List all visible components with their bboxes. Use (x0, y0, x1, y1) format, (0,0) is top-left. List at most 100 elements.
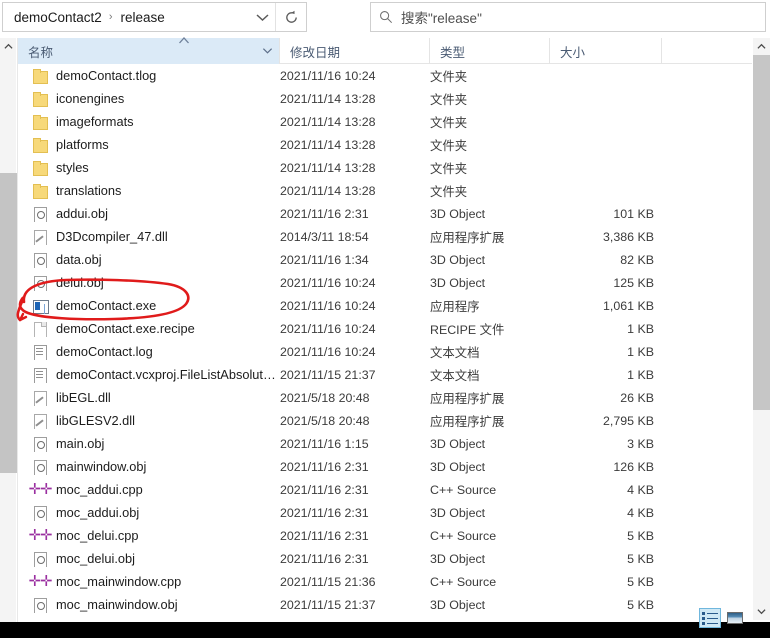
file-name-cell[interactable]: demoContact.exe (18, 298, 280, 314)
file-name-cell[interactable]: styles (18, 160, 280, 176)
table-row[interactable]: libEGL.dll 2021/5/18 20:48 应用程序扩展 26 KB (18, 386, 752, 409)
table-row[interactable]: main.obj 2021/11/16 1:15 3D Object 3 KB (18, 432, 752, 455)
table-row[interactable]: moc_addui.obj 2021/11/16 2:31 3D Object 4 K… (18, 501, 752, 524)
file-name-label: imageformats (56, 114, 134, 129)
scroll-down-button-right[interactable] (753, 603, 770, 620)
column-filter-chevron-down-icon[interactable] (262, 45, 273, 56)
folder-icon (32, 91, 48, 107)
column-header-date[interactable]: 修改日期 (280, 38, 430, 64)
file-name-cell[interactable]: mainwindow.obj (18, 459, 280, 475)
table-row[interactable]: mainwindow.obj 2021/11/16 2:31 3D Object 12… (18, 455, 752, 478)
table-row[interactable]: styles 2021/11/14 13:28 文件夹 (18, 156, 752, 179)
file-type-cell: C++ Source (430, 528, 497, 543)
text-file-icon (32, 367, 48, 383)
taskbar-strip (0, 622, 770, 638)
generic-file-icon (32, 321, 48, 337)
refresh-button[interactable] (276, 3, 306, 31)
file-name-cell[interactable]: moc_addui.obj (18, 505, 280, 521)
file-name-cell[interactable]: main.obj (18, 436, 280, 452)
scroll-up-button-right[interactable] (753, 38, 770, 55)
breadcrumb-item-0[interactable]: demoContact2 (12, 8, 104, 27)
table-row[interactable]: demoContact.vcxproj.FileListAbsolute... 2… (18, 363, 752, 386)
table-row[interactable]: demoContact.exe 2021/11/16 10:24 应用程序 1,061… (18, 294, 752, 317)
folder-icon (32, 137, 48, 153)
file-name-cell[interactable]: demoContact.tlog (18, 68, 280, 84)
details-view-button[interactable] (699, 608, 721, 628)
breadcrumb-item-1[interactable]: release (118, 8, 166, 27)
column-header-name[interactable]: 名称 (18, 37, 280, 64)
table-row[interactable]: hmoc_predefs.h2021/11/15 21:36C++ Header… (18, 616, 752, 620)
file-name-label: demoContact.exe.recipe (56, 321, 195, 336)
chevron-up-icon (757, 43, 766, 49)
file-date-cell: 2021/5/18 20:48 (280, 390, 370, 405)
table-row[interactable]: demoContact.log 2021/11/16 10:24 文本文档 1 KB (18, 340, 752, 363)
file-name-label: moc_mainwindow.obj (56, 597, 178, 612)
column-header-size[interactable]: 大小 (550, 38, 662, 64)
file-name-cell[interactable]: libEGL.dll (18, 390, 280, 406)
large-icons-view-button[interactable] (724, 608, 746, 628)
address-dropdown-button[interactable] (249, 3, 275, 31)
file-name-cell[interactable]: moc_mainwindow.obj (18, 597, 280, 613)
table-row[interactable]: ✛✛ moc_addui.cpp 2021/11/16 2:31 C++ Source… (18, 478, 752, 501)
table-row[interactable]: iconengines 2021/11/14 13:28 文件夹 (18, 87, 752, 110)
table-row[interactable]: moc_mainwindow.obj 2021/11/15 21:37 3D Obj… (18, 593, 752, 616)
file-type-cell: 文件夹 (430, 69, 468, 84)
file-name-cell[interactable]: moc_delui.obj (18, 551, 280, 567)
file-type-cell: 3D Object (430, 551, 486, 566)
file-date-cell: 2021/11/16 2:31 (280, 505, 369, 520)
table-row[interactable]: imageformats 2021/11/14 13:28 文件夹 (18, 110, 752, 133)
file-size-cell: 1 KB (627, 367, 654, 382)
column-header-type[interactable]: 类型 (430, 38, 550, 64)
table-row[interactable]: translations 2021/11/14 13:28 文件夹 (18, 179, 752, 202)
file-type-cell: 应用程序 (430, 299, 480, 314)
file-name-cell[interactable]: data.obj (18, 252, 280, 268)
table-row[interactable]: demoContact.exe.recipe 2021/11/16 10:24 RE… (18, 317, 752, 340)
scrollbar-thumb-right[interactable] (753, 55, 770, 410)
file-name-cell[interactable]: demoContact.vcxproj.FileListAbsolute... (18, 367, 280, 383)
file-name-label: iconengines (56, 91, 125, 106)
file-name-cell[interactable]: translations (18, 183, 280, 199)
scroll-up-button-left[interactable] (0, 38, 17, 55)
table-row[interactable]: ✛✛ moc_mainwindow.cpp 2021/11/15 21:36 C++ … (18, 570, 752, 593)
file-date-cell: 2021/11/15 21:36 (280, 574, 376, 589)
file-name-cell[interactable]: platforms (18, 137, 280, 153)
file-name-label: demoContact.vcxproj.FileListAbsolute... (56, 367, 280, 382)
address-bar[interactable]: demoContact2 › release (2, 2, 307, 32)
file-name-cell[interactable]: demoContact.log (18, 344, 280, 360)
search-input[interactable]: 搜索"release" (401, 7, 482, 27)
file-name-cell[interactable]: ✛✛ moc_delui.cpp (18, 528, 280, 544)
file-name-cell[interactable]: iconengines (18, 91, 280, 107)
file-type-cell: 文本文档 (430, 345, 480, 360)
scrollbar-thumb-left[interactable] (0, 173, 17, 473)
navigation-pane-scrollbar[interactable] (0, 38, 17, 638)
table-row[interactable]: delui.obj 2021/11/16 10:24 3D Object 125 KB (18, 271, 752, 294)
breadcrumb[interactable]: demoContact2 › release (3, 3, 249, 31)
file-name-cell[interactable]: addui.obj (18, 206, 280, 222)
file-name-cell[interactable]: ✛✛ moc_addui.cpp (18, 482, 280, 498)
table-row[interactable]: demoContact.tlog 2021/11/16 10:24 文件夹 (18, 64, 752, 87)
table-row[interactable]: libGLESV2.dll 2021/5/18 20:48 应用程序扩展 2,795 … (18, 409, 752, 432)
file-name-cell[interactable]: imageformats (18, 114, 280, 130)
table-row[interactable]: ✛✛ moc_delui.cpp 2021/11/16 2:31 C++ Source… (18, 524, 752, 547)
search-box[interactable]: 搜索"release" (370, 2, 766, 32)
file-name-cell[interactable]: delui.obj (18, 275, 280, 291)
table-row[interactable]: data.obj 2021/11/16 1:34 3D Object 82 KB (18, 248, 752, 271)
file-list[interactable]: demoContact.tlog 2021/11/16 10:24 文件夹 icone… (18, 64, 752, 620)
file-name-cell[interactable]: demoContact.exe.recipe (18, 321, 280, 337)
file-list-scrollbar[interactable] (753, 38, 770, 620)
table-row[interactable]: moc_delui.obj 2021/11/16 2:31 3D Object 5 K… (18, 547, 752, 570)
table-row[interactable]: addui.obj 2021/11/16 2:31 3D Object 101 KB (18, 202, 752, 225)
file-size-cell: 101 KB (613, 206, 654, 221)
file-name-cell[interactable]: ✛✛ moc_mainwindow.cpp (18, 574, 280, 590)
file-name-cell[interactable]: libGLESV2.dll (18, 413, 280, 429)
file-date-cell: 2021/11/16 2:31 (280, 206, 369, 221)
table-row[interactable]: platforms 2021/11/14 13:28 文件夹 (18, 133, 752, 156)
file-name-cell[interactable]: D3Dcompiler_47.dll (18, 229, 280, 245)
dll-file-icon (32, 413, 48, 429)
file-size-cell: 125 KB (613, 275, 654, 290)
breadcrumb-separator-icon: › (108, 11, 113, 23)
table-row[interactable]: D3Dcompiler_47.dll 2014/3/11 18:54 应用程序扩展 3… (18, 225, 752, 248)
file-name-cell[interactable]: hmoc_predefs.h (18, 620, 280, 621)
object-file-icon (32, 206, 48, 222)
search-icon (380, 11, 393, 24)
